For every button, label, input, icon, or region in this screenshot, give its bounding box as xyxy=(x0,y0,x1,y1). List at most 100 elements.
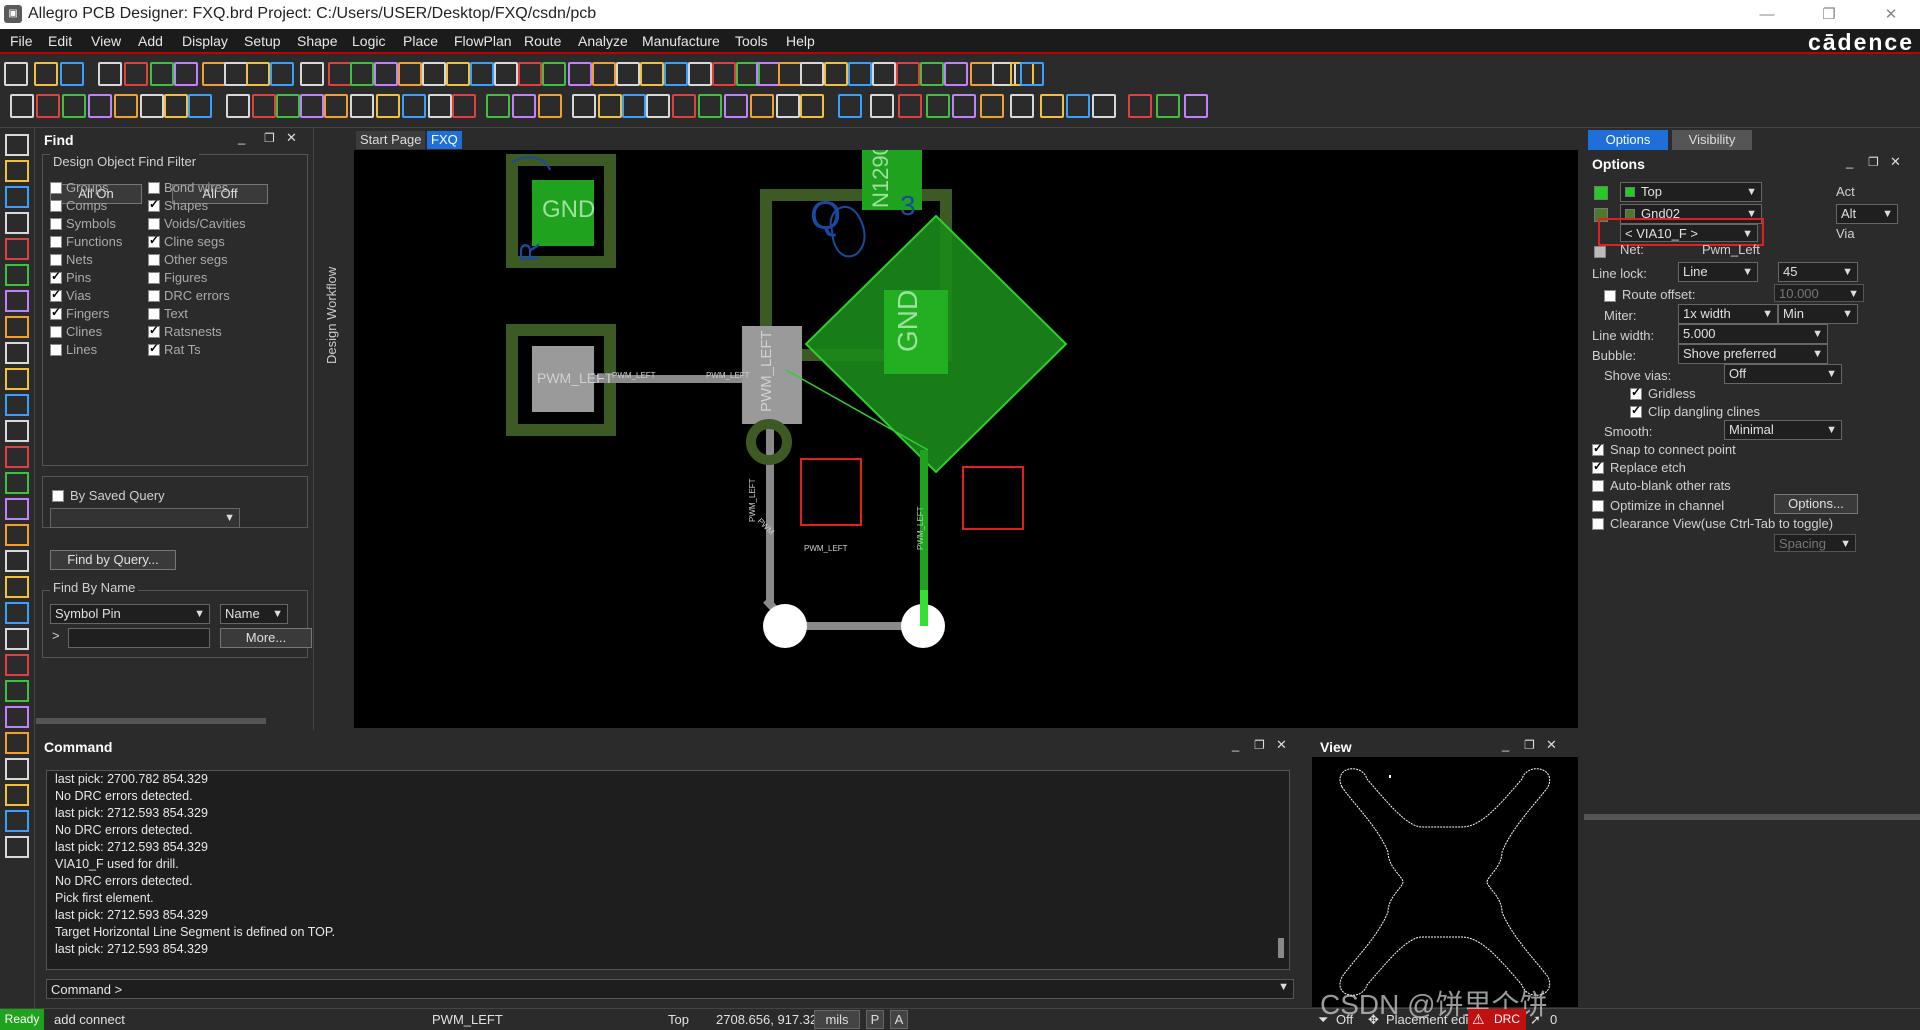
left-tool-icon[interactable] xyxy=(5,186,29,208)
toolbar-button-icon[interactable] xyxy=(598,94,622,118)
options-minimize-icon[interactable]: _ xyxy=(1846,154,1853,169)
toolbar-button-icon[interactable] xyxy=(376,94,400,118)
command-scrollbar[interactable] xyxy=(1278,938,1284,958)
find-left-checkbox-pins[interactable] xyxy=(50,269,62,284)
find-right-checkbox-drc-errors[interactable] xyxy=(148,290,160,302)
command-float-icon[interactable]: ❐ xyxy=(1254,738,1265,752)
left-tool-icon[interactable] xyxy=(5,758,29,780)
toolbar-button-icon[interactable] xyxy=(616,62,640,86)
find-left-checkbox-symbols[interactable] xyxy=(50,218,62,230)
menu-tools[interactable]: Tools xyxy=(735,33,768,49)
toolbar-button-icon[interactable] xyxy=(944,62,968,86)
toolbar-button-icon[interactable] xyxy=(300,94,324,118)
left-tool-icon[interactable] xyxy=(5,836,29,858)
find-left-checkbox-comps[interactable] xyxy=(50,200,62,212)
left-tool-icon[interactable] xyxy=(5,368,29,390)
p-button[interactable]: P xyxy=(866,1010,884,1029)
view-float-icon[interactable]: ❐ xyxy=(1524,738,1535,752)
toolbar-button-icon[interactable] xyxy=(622,94,646,118)
left-tool-icon[interactable] xyxy=(5,212,29,234)
toolbar-button-icon[interactable] xyxy=(402,94,426,118)
top-layer-swatch[interactable] xyxy=(1594,186,1608,200)
toolbar-button-icon[interactable] xyxy=(688,62,712,86)
tab-visibility[interactable]: Visibility xyxy=(1672,130,1752,150)
find-float-icon[interactable]: ❐ xyxy=(264,131,275,145)
toolbar-button-icon[interactable] xyxy=(276,94,300,118)
toolbar-button-icon[interactable] xyxy=(350,62,374,86)
left-tool-icon[interactable] xyxy=(5,524,29,546)
saved-query-checkbox[interactable] xyxy=(52,490,64,502)
options-float-icon[interactable]: ❐ xyxy=(1868,155,1879,169)
toolbar-button-icon[interactable] xyxy=(970,62,994,86)
toolbar-button-icon[interactable] xyxy=(870,94,894,118)
options-button[interactable]: Options... xyxy=(1774,494,1858,514)
toolbar-button-icon[interactable] xyxy=(62,94,86,118)
miter-dropdown[interactable]: 1x width xyxy=(1678,304,1778,324)
toolbar-button-icon[interactable] xyxy=(750,94,774,118)
menu-view[interactable]: View xyxy=(91,33,121,49)
minimize-button[interactable]: — xyxy=(1744,0,1790,29)
toolbar-button-icon[interactable] xyxy=(542,62,566,86)
toolbar-button-icon[interactable] xyxy=(494,62,518,86)
toolbar-button-icon[interactable] xyxy=(640,62,664,86)
close-button[interactable]: ✕ xyxy=(1868,0,1914,29)
find-left-checkbox-groups[interactable] xyxy=(50,182,62,194)
left-tool-icon[interactable] xyxy=(5,654,29,676)
toolbar-button-icon[interactable] xyxy=(1066,94,1090,118)
left-tool-icon[interactable] xyxy=(5,680,29,702)
find-left-checkbox-fingers[interactable] xyxy=(50,305,62,320)
left-tool-icon[interactable] xyxy=(5,602,29,624)
toolbar-button-icon[interactable] xyxy=(252,94,276,118)
toolbar-button-icon[interactable] xyxy=(398,62,422,86)
toolbar-button-icon[interactable] xyxy=(34,62,58,86)
toolbar-button-icon[interactable] xyxy=(140,94,164,118)
toolbar-button-icon[interactable] xyxy=(896,62,920,86)
toolbar-button-icon[interactable] xyxy=(246,62,270,86)
toolbar-button-icon[interactable] xyxy=(4,62,28,86)
toolbar-button-icon[interactable] xyxy=(1020,62,1044,86)
left-tool-icon[interactable] xyxy=(5,810,29,832)
left-tool-icon[interactable] xyxy=(5,316,29,338)
menu-shape[interactable]: Shape xyxy=(297,33,337,49)
find-right-checkbox-shapes[interactable] xyxy=(148,197,160,212)
units-button[interactable]: mils xyxy=(814,1010,860,1029)
optimize-checkbox[interactable] xyxy=(1592,500,1604,512)
clearance-checkbox[interactable] xyxy=(1592,518,1604,530)
toolbar-button-icon[interactable] xyxy=(188,94,212,118)
toolbar-button-icon[interactable] xyxy=(1184,94,1208,118)
find-right-checkbox-voids-cavities[interactable] xyxy=(148,218,160,230)
command-close-icon[interactable]: ✕ xyxy=(1276,737,1287,753)
menu-edit[interactable]: Edit xyxy=(48,33,72,49)
toolbar-button-icon[interactable] xyxy=(664,62,688,86)
toolbar-button-icon[interactable] xyxy=(98,62,122,86)
find-left-checkbox-functions[interactable] xyxy=(50,236,62,248)
options-scrollbar[interactable] xyxy=(1584,814,1920,820)
find-right-checkbox-text[interactable] xyxy=(148,308,160,320)
left-tool-icon[interactable] xyxy=(5,472,29,494)
find-right-checkbox-cline-segs[interactable] xyxy=(148,233,160,248)
toolbar-button-icon[interactable] xyxy=(470,62,494,86)
toolbar-button-icon[interactable] xyxy=(538,94,562,118)
find-left-checkbox-clines[interactable] xyxy=(50,326,62,338)
menu-help[interactable]: Help xyxy=(786,33,815,49)
toolbar-button-icon[interactable] xyxy=(202,62,226,86)
left-tool-icon[interactable] xyxy=(5,238,29,260)
toolbar-button-icon[interactable] xyxy=(572,94,596,118)
toolbar-button-icon[interactable] xyxy=(328,62,352,86)
clip-dangling-checkbox[interactable] xyxy=(1630,403,1642,418)
menu-manufacture[interactable]: Manufacture xyxy=(642,33,720,49)
toolbar-button-icon[interactable] xyxy=(698,94,722,118)
find-left-checkbox-nets[interactable] xyxy=(50,254,62,266)
toolbar-button-icon[interactable] xyxy=(300,62,324,86)
left-tool-icon[interactable] xyxy=(5,420,29,442)
left-tool-icon[interactable] xyxy=(5,784,29,806)
left-tool-icon[interactable] xyxy=(5,550,29,572)
toolbar-button-icon[interactable] xyxy=(1128,94,1152,118)
toolbar-button-icon[interactable] xyxy=(452,94,476,118)
left-tool-icon[interactable] xyxy=(5,706,29,728)
menu-add[interactable]: Add xyxy=(138,33,163,49)
board-overview[interactable] xyxy=(1312,757,1578,1007)
left-tool-icon[interactable] xyxy=(5,290,29,312)
toolbar-button-icon[interactable] xyxy=(428,94,452,118)
line-lock-angle-dropdown[interactable]: 45 xyxy=(1778,262,1858,282)
